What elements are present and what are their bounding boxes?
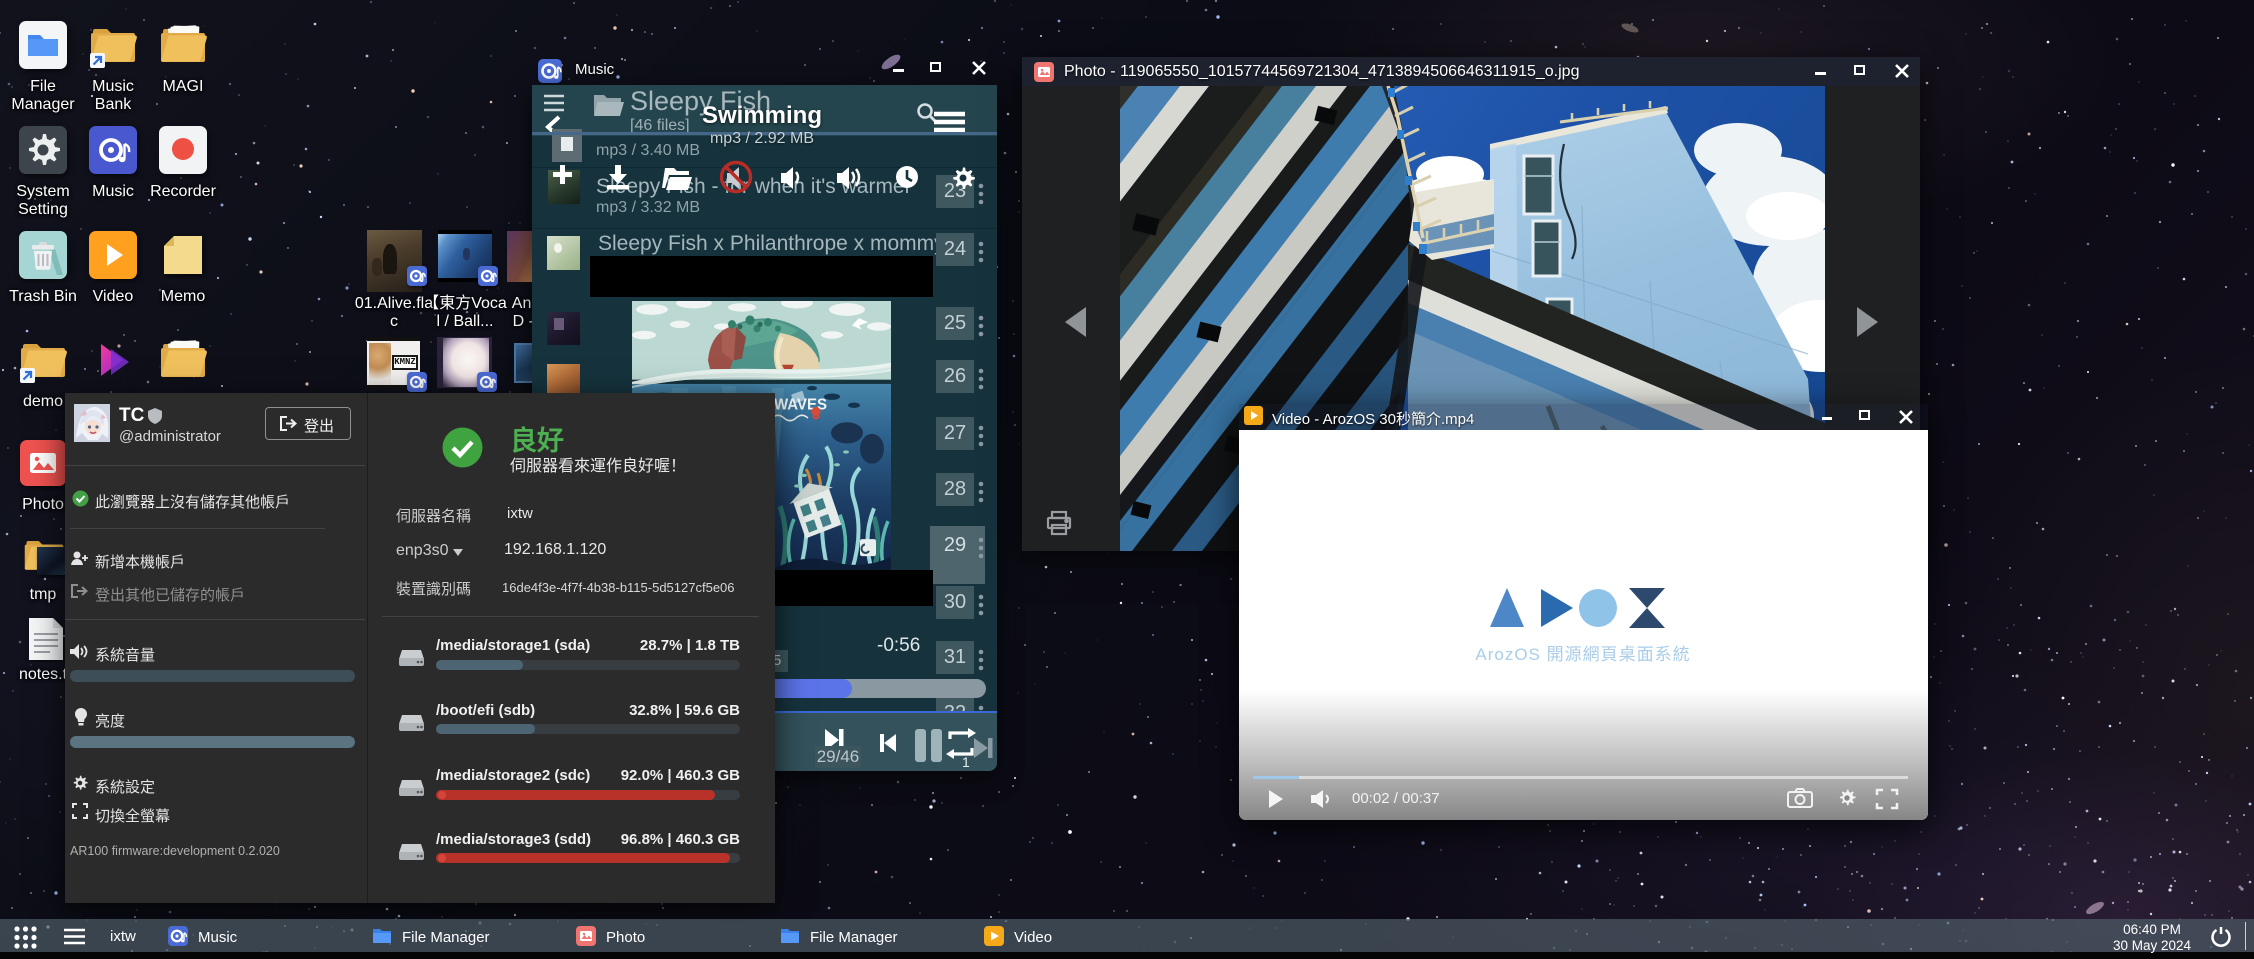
svg-text:1: 1 — [962, 754, 970, 768]
